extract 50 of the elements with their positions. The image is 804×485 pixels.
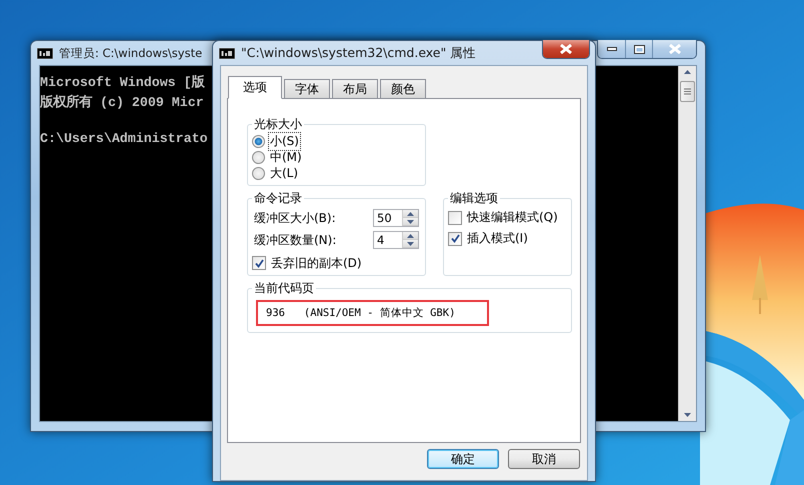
radio-button[interactable] — [252, 150, 265, 164]
grip-icon — [684, 88, 691, 95]
checkmark-icon — [254, 258, 264, 268]
spin-up-icon — [407, 234, 414, 238]
minimize-button[interactable] — [598, 40, 625, 58]
scroll-down-icon — [684, 413, 691, 417]
console-line: 版权所有 (c) 2009 Micr — [40, 95, 204, 111]
dialog-title: "C:\windows\system32\cmd.exe" 属性 — [241, 44, 476, 62]
code-page-value: 936 (ANSI/OEM - 简体中文 GBK) — [256, 300, 489, 326]
window-title: 管理员: C:\windows\syste — [59, 46, 202, 60]
dialog-button[interactable]: 取消 — [508, 449, 580, 469]
checkbox[interactable] — [252, 256, 266, 270]
group-title: 编辑选项 — [449, 190, 499, 207]
checkmark-icon — [450, 234, 460, 243]
spin-field[interactable]: 50 — [373, 209, 419, 227]
checkbox-label[interactable]: 插入模式(I) — [465, 229, 530, 248]
group-title: 光标大小 — [253, 116, 303, 133]
checkbox[interactable] — [448, 232, 462, 246]
checkbox-label[interactable]: 丢弃旧的副本(D) — [269, 254, 364, 272]
console-icon — [37, 48, 53, 58]
scrollbar[interactable] — [678, 66, 696, 421]
maximize-icon — [634, 44, 644, 54]
radio-button[interactable] — [252, 134, 265, 148]
spin-up-icon — [407, 212, 414, 216]
spin-field[interactable]: 4 — [373, 231, 419, 249]
close-button[interactable] — [543, 40, 589, 58]
close-icon — [560, 44, 572, 54]
scroll-up-icon — [684, 70, 691, 74]
minimize-icon — [606, 47, 616, 51]
tab[interactable]: 选项 — [228, 76, 282, 99]
console-line: Microsoft Windows [版 — [40, 75, 205, 91]
tab[interactable]: 布局 — [332, 79, 378, 98]
maximize-button[interactable] — [625, 40, 652, 58]
console-prompt: C:\Users\Administrato — [40, 131, 208, 147]
scroll-thumb[interactable] — [680, 81, 695, 102]
field-label: 缓冲区数量(N): — [253, 232, 338, 248]
tab[interactable]: 字体 — [284, 79, 330, 98]
checkbox-label[interactable]: 快速编辑模式(Q) — [465, 208, 560, 227]
close-icon — [668, 44, 680, 54]
radio-label[interactable]: 大(L) — [268, 164, 300, 182]
field-label: 缓冲区大小(B): — [253, 210, 337, 226]
radio-button[interactable] — [252, 166, 265, 180]
dialog-button[interactable]: 确定 — [427, 449, 499, 469]
checkbox[interactable] — [448, 210, 462, 224]
console-icon — [219, 48, 235, 58]
radio-label[interactable]: 中(M) — [268, 148, 304, 166]
tab[interactable]: 颜色 — [380, 79, 426, 98]
group-title: 命令记录 — [253, 190, 303, 207]
group-title: 当前代码页 — [253, 280, 315, 297]
radio-label[interactable]: 小(S) — [268, 132, 301, 150]
